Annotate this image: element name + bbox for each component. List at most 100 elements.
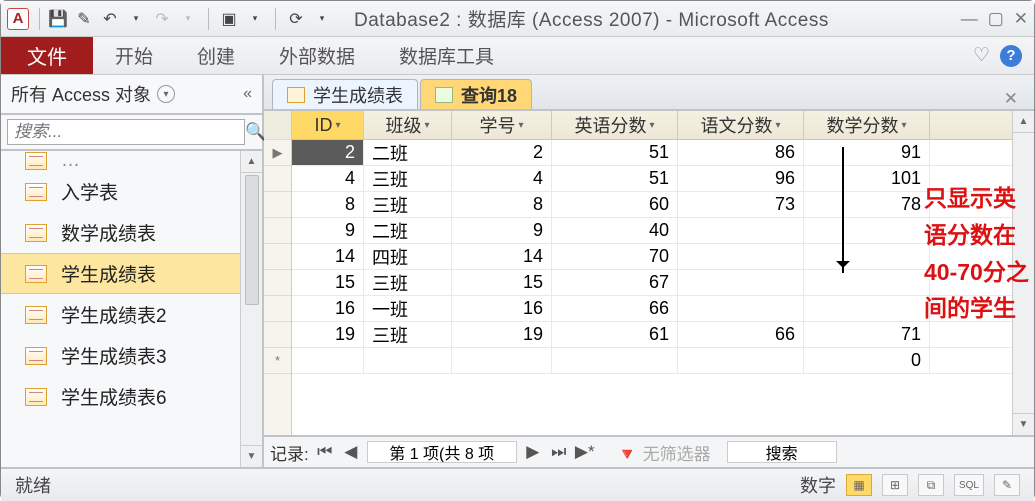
cell-math[interactable]	[804, 270, 930, 295]
cell-english[interactable]: 66	[552, 296, 678, 321]
nav-table-item[interactable]: 学生成绩表6	[1, 376, 262, 417]
view-chart-icon[interactable]: ⧉	[918, 474, 944, 496]
minimize-button[interactable]: —	[961, 9, 978, 29]
table-row[interactable]: 9二班940	[292, 218, 1012, 244]
cell-math[interactable]	[804, 296, 930, 321]
save-icon[interactable]: 💾	[46, 7, 70, 31]
cell-id[interactable]: 2	[292, 140, 364, 165]
tab-file[interactable]: 文件	[1, 37, 93, 74]
chevron-down-icon[interactable]: ▾	[518, 120, 523, 131]
cell-id[interactable]: 8	[292, 192, 364, 217]
refresh-icon[interactable]: ⟳	[284, 7, 308, 31]
help-icon[interactable]: ?	[1000, 45, 1022, 67]
row-selector[interactable]	[264, 218, 291, 244]
scroll-down-icon[interactable]: ▼	[241, 445, 262, 467]
form-dropdown-icon[interactable]: ▾	[243, 7, 267, 31]
cell-sn[interactable]: 19	[452, 322, 552, 347]
cell-sn[interactable]: 8	[452, 192, 552, 217]
object-tab-query[interactable]: 查询18	[420, 79, 532, 109]
cell-sn[interactable]: 9	[452, 218, 552, 243]
chevron-down-icon[interactable]: ▾	[649, 120, 654, 131]
undo-dropdown-icon[interactable]: ▾	[124, 7, 148, 31]
view-pivot-icon[interactable]: ⊞	[882, 474, 908, 496]
undo-icon[interactable]: ↶	[98, 7, 122, 31]
scroll-down-icon[interactable]: ▼	[1013, 413, 1034, 435]
nav-collapse-icon[interactable]: «	[243, 85, 252, 103]
new-record-row[interactable]: 0	[292, 348, 1012, 374]
recnav-prev-icon[interactable]: ◀	[341, 442, 361, 462]
cell-english[interactable]: 40	[552, 218, 678, 243]
cell-english[interactable]: 51	[552, 140, 678, 165]
cell-chinese[interactable]: 96	[678, 166, 804, 191]
column-header-chinese[interactable]: 语文分数▾	[678, 111, 804, 139]
chevron-down-icon[interactable]: ▾	[424, 120, 429, 131]
chevron-down-icon[interactable]: ▾	[335, 120, 340, 131]
cell-id[interactable]: 9	[292, 218, 364, 243]
table-row[interactable]: 14四班1470	[292, 244, 1012, 270]
brush-icon[interactable]: ✎	[72, 7, 96, 31]
cell-math[interactable]	[804, 218, 930, 243]
cell-math[interactable]: 78	[804, 192, 930, 217]
row-selector[interactable]	[264, 322, 291, 348]
cell[interactable]	[292, 348, 364, 373]
redo-dropdown-icon[interactable]: ▾	[176, 7, 200, 31]
cell-sn[interactable]: 16	[452, 296, 552, 321]
cell[interactable]: 0	[804, 348, 930, 373]
cell-chinese[interactable]: 86	[678, 140, 804, 165]
column-header-math[interactable]: 数学分数▾	[804, 111, 930, 139]
cell-sn[interactable]: 4	[452, 166, 552, 191]
chevron-down-icon[interactable]: ▾	[901, 120, 906, 131]
cell-english[interactable]: 61	[552, 322, 678, 347]
view-datasheet-icon[interactable]: ▦	[846, 474, 872, 496]
nav-filter-dropdown-icon[interactable]: ▾	[157, 85, 175, 103]
select-all-cell[interactable]	[264, 111, 291, 140]
scroll-thumb[interactable]	[245, 175, 259, 305]
column-header-class[interactable]: 班级▾	[364, 111, 452, 139]
cell-math[interactable]: 91	[804, 140, 930, 165]
nav-scrollbar[interactable]: ▲ ▼	[240, 151, 262, 467]
column-header-id[interactable]: ID▾	[292, 111, 364, 139]
cell-chinese[interactable]	[678, 218, 804, 243]
cell-english[interactable]: 60	[552, 192, 678, 217]
row-selector[interactable]	[264, 192, 291, 218]
cell[interactable]	[452, 348, 552, 373]
tab-create[interactable]: 创建	[175, 37, 257, 74]
recnav-search-input[interactable]	[727, 441, 837, 463]
table-row[interactable]: 15三班1567	[292, 270, 1012, 296]
ribbon-minimize-icon[interactable]: ♡	[973, 44, 990, 67]
cell-chinese[interactable]	[678, 296, 804, 321]
cell-class[interactable]: 一班	[364, 296, 452, 321]
cell-english[interactable]: 51	[552, 166, 678, 191]
recnav-position[interactable]	[367, 441, 517, 463]
row-selector[interactable]	[264, 166, 291, 192]
tab-external-data[interactable]: 外部数据	[257, 37, 377, 74]
chevron-down-icon[interactable]: ▾	[775, 120, 780, 131]
form-icon[interactable]: ▣	[217, 7, 241, 31]
cell-english[interactable]: 70	[552, 244, 678, 269]
cell-class[interactable]: 三班	[364, 322, 452, 347]
cell-chinese[interactable]: 73	[678, 192, 804, 217]
cell-math[interactable]: 71	[804, 322, 930, 347]
nav-table-item[interactable]: 学生成绩表	[1, 253, 262, 294]
cell[interactable]	[552, 348, 678, 373]
cell[interactable]	[678, 348, 804, 373]
tab-home[interactable]: 开始	[93, 37, 175, 74]
row-selector[interactable]	[264, 270, 291, 296]
tab-close-icon[interactable]: ✕	[996, 89, 1026, 109]
nav-table-item[interactable]: 入学表	[1, 171, 262, 212]
row-selector[interactable]	[264, 244, 291, 270]
cell-class[interactable]: 四班	[364, 244, 452, 269]
column-header-english[interactable]: 英语分数▾	[552, 111, 678, 139]
nav-table-item[interactable]: 数学成绩表	[1, 212, 262, 253]
table-row[interactable]: 16一班1666	[292, 296, 1012, 322]
cell-id[interactable]: 4	[292, 166, 364, 191]
cell-class[interactable]: 二班	[364, 140, 452, 165]
row-selector[interactable]: ▶	[264, 140, 291, 166]
cell[interactable]	[364, 348, 452, 373]
cell-class[interactable]: 三班	[364, 270, 452, 295]
close-button[interactable]: ✕	[1014, 9, 1028, 29]
table-row[interactable]: 19三班19616671	[292, 322, 1012, 348]
scroll-up-icon[interactable]: ▲	[1013, 111, 1034, 133]
maximize-button[interactable]: ▢	[988, 9, 1004, 29]
tab-database-tools[interactable]: 数据库工具	[377, 37, 516, 74]
